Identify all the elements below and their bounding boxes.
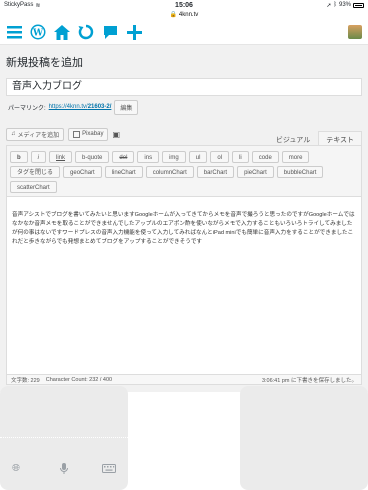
add-media-button[interactable]: ♫ メディアを追加	[6, 127, 65, 141]
editor-status-bar: 文字数: 229 Character Count: 232 / 400 3:06…	[6, 375, 362, 385]
pixabay-button[interactable]: Pixabay	[68, 127, 109, 141]
word-count: 文字数: 229	[11, 377, 40, 384]
qt-barchart[interactable]: barChart	[196, 166, 235, 178]
qt-code[interactable]: code	[251, 151, 279, 163]
qt-scatterchart[interactable]: scatterChart	[10, 181, 57, 193]
qt-piechart[interactable]: pieChart	[237, 166, 274, 178]
svg-text:W: W	[32, 29, 44, 39]
qt-ins[interactable]: ins	[137, 151, 160, 163]
wordpress-icon[interactable]: W	[30, 24, 46, 40]
lock-icon: 🔒	[169, 12, 178, 18]
microphone-icon[interactable]	[60, 463, 68, 478]
location-icon: ➚	[326, 2, 332, 9]
refresh-icon[interactable]	[78, 24, 94, 40]
comment-icon[interactable]	[102, 24, 118, 40]
post-title-input[interactable]: 音声入力ブログ	[6, 78, 362, 96]
qt-bubblechart[interactable]: bubbleChart	[276, 166, 324, 178]
battery-icon	[353, 2, 364, 8]
page-title: 新規投稿を追加	[6, 57, 83, 69]
qt-img[interactable]: img	[162, 151, 186, 163]
avatar[interactable]	[348, 25, 362, 39]
qt-more[interactable]: more	[281, 151, 310, 163]
qt-close-tags[interactable]: タグを閉じる	[10, 166, 61, 178]
keyboard-icon[interactable]	[102, 464, 116, 476]
qt-geochart[interactable]: geoChart	[63, 166, 102, 178]
qt-columnchart[interactable]: columnChart	[145, 166, 194, 178]
globe-icon[interactable]: 🌐︎	[12, 463, 20, 474]
home-icon[interactable]	[54, 24, 70, 40]
quicktags-toolbar: b i link b-quote del ins img ul ol li co…	[7, 146, 361, 197]
editor-textarea[interactable]: 音声アシストでブログを書いてみたいと思いますGoogleホームが入ってきてからメ…	[7, 197, 361, 247]
qt-ul[interactable]: ul	[188, 151, 208, 163]
qt-li[interactable]: li	[232, 151, 249, 163]
gallery-icon[interactable]: ▣	[112, 130, 120, 139]
qt-italic[interactable]: i	[30, 151, 47, 163]
char-count: Character Count: 232 / 400	[45, 376, 113, 383]
qt-linechart[interactable]: lineChart	[104, 166, 143, 178]
wp-admin-toolbar: W	[0, 20, 368, 45]
back-app-label[interactable]: StickyPass	[4, 2, 33, 8]
media-icon: ♫	[11, 131, 16, 137]
keyboard-right-panel	[240, 386, 368, 490]
qt-blockquote[interactable]: b-quote	[75, 151, 110, 163]
dictation-waveform	[0, 437, 128, 438]
qt-ol[interactable]: ol	[210, 151, 230, 163]
permalink-row: パーマリンク: https://4knn.tv/21603-2/ 編集	[8, 99, 139, 115]
address-bar[interactable]: 🔒 4knn.tv	[0, 10, 368, 20]
permalink-label: パーマリンク:	[8, 105, 46, 112]
autosave-status: 3:06:41 pm に下書きを保存しました。	[261, 377, 357, 384]
battery-percent: 93%	[338, 2, 351, 8]
permalink-link[interactable]: https://4knn.tv/21603-2/	[49, 104, 112, 110]
qt-link[interactable]: link	[49, 151, 73, 163]
url-text: 4knn.tv	[178, 12, 199, 18]
qt-del[interactable]: del	[112, 151, 135, 163]
menu-icon[interactable]	[6, 24, 22, 40]
permalink-edit-button[interactable]: 編集	[114, 99, 139, 115]
pixabay-icon	[73, 130, 81, 138]
clock: 15:06	[175, 1, 193, 9]
add-icon[interactable]	[126, 24, 142, 40]
qt-bold[interactable]: b	[10, 151, 28, 163]
status-bar: StickyPass ≋ 15:06 ➚ ᛒ 93%	[0, 0, 368, 10]
wifi-icon: ≋	[35, 2, 41, 9]
editor: b i link b-quote del ins img ul ol li co…	[6, 145, 362, 375]
bluetooth-icon: ᛒ	[333, 2, 337, 8]
